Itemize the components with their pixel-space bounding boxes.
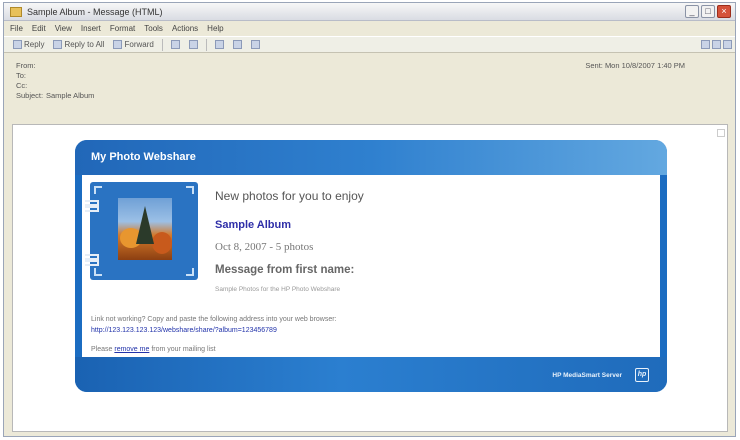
menu-view[interactable]: View <box>55 24 72 33</box>
subject-value: Sample Album <box>46 91 95 100</box>
album-name-link[interactable]: Sample Album <box>215 219 291 231</box>
album-url-link[interactable]: http://123.123.123.123/webshare/share/?a… <box>91 327 277 334</box>
hp-logo-icon: hp <box>635 368 649 382</box>
underline-icon <box>723 40 732 49</box>
forward-icon <box>113 40 123 49</box>
unsubscribe-line: Please remove me from your mailing list <box>91 346 216 353</box>
binder-clip-icon <box>85 260 99 266</box>
to-row: To: <box>16 71 735 81</box>
delete-button[interactable] <box>212 39 227 51</box>
menu-tools[interactable]: Tools <box>144 24 163 33</box>
window-title: Sample Album - Message (HTML) <box>27 6 163 17</box>
link-notice: Link not working? Copy and paste the fol… <box>91 316 337 323</box>
flag-button[interactable] <box>186 39 201 51</box>
message-body[interactable]: My Photo Webshare New photos for you to … <box>12 124 728 432</box>
reply-all-icon <box>53 40 63 49</box>
menu-help[interactable]: Help <box>207 24 223 33</box>
brand-text: HP MediaSmart Server <box>552 372 622 379</box>
scrollbar[interactable] <box>717 129 725 137</box>
subject-row: Subject: Sample Album <box>16 91 735 101</box>
subject-label: Subject: <box>16 91 44 100</box>
flag-icon <box>188 40 198 49</box>
message-header: From: To: Cc: Subject: Sample Album Sent… <box>4 53 735 122</box>
album-thumbnail[interactable] <box>85 182 198 280</box>
message-text: Sample Photos for the HP Photo Webshare <box>215 286 341 293</box>
from-label: From: <box>16 61 36 70</box>
maximize-button[interactable]: □ <box>701 5 715 18</box>
bold-icon <box>701 40 710 49</box>
remove-me-link[interactable]: remove me <box>114 346 149 353</box>
previous-button[interactable] <box>230 39 245 51</box>
menu-bar: File Edit View Insert Format Tools Actio… <box>4 21 735 36</box>
format-toolbar[interactable] <box>698 39 735 51</box>
album-meta: Oct 8, 2007 - 5 photos <box>215 241 314 253</box>
menu-insert[interactable]: Insert <box>81 24 101 33</box>
menu-edit[interactable]: Edit <box>32 24 46 33</box>
card-content: New photos for you to enjoy Sample Album… <box>82 175 660 357</box>
envelope-icon <box>10 6 22 17</box>
menu-file[interactable]: File <box>10 24 23 33</box>
cc-row: Cc: <box>16 81 735 91</box>
down-arrow-icon <box>250 40 260 49</box>
next-button[interactable] <box>248 39 263 51</box>
print-button[interactable] <box>168 39 183 51</box>
forward-button[interactable]: Forward <box>110 39 156 51</box>
menu-actions[interactable]: Actions <box>172 24 198 33</box>
italic-icon <box>712 40 721 49</box>
reply-icon <box>13 40 22 49</box>
headline: New photos for you to enjoy <box>215 189 364 203</box>
binder-clip-icon <box>85 206 99 212</box>
menu-format[interactable]: Format <box>110 24 135 33</box>
reply-button[interactable]: Reply <box>10 39 47 51</box>
toolbar: Reply Reply to All Forward <box>4 36 735 53</box>
print-icon <box>170 40 180 49</box>
close-button[interactable]: × <box>717 5 731 18</box>
pagoda-shape <box>136 206 154 244</box>
card-footer: HP MediaSmart Server hp <box>75 357 667 392</box>
message-title: Message from first name: <box>215 264 355 276</box>
cc-label: Cc: <box>16 81 28 90</box>
up-arrow-icon <box>232 40 242 49</box>
reply-all-button[interactable]: Reply to All <box>50 39 107 51</box>
to-label: To: <box>16 71 27 80</box>
email-window: Sample Album - Message (HTML) _ □ × File… <box>3 2 736 437</box>
card-header-title: My Photo Webshare <box>75 140 667 175</box>
minimize-button[interactable]: _ <box>685 5 699 18</box>
title-bar: Sample Album - Message (HTML) _ □ × <box>4 3 735 21</box>
photo-share-card: My Photo Webshare New photos for you to … <box>75 140 667 392</box>
delete-icon <box>214 40 224 49</box>
sent-date: Sent: Mon 10/8/2007 1:40 PM <box>585 61 685 70</box>
album-photo <box>118 198 172 260</box>
